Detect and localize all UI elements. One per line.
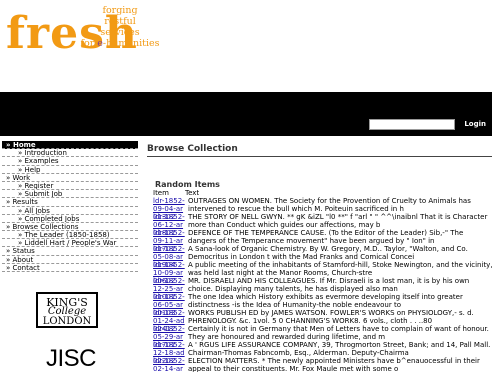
table-row: ldr-1852-02-14-ar00901ELECTION MATTERS. … (153, 357, 492, 372)
sidebar-item[interactable]: » Liddell Hart / People's War (2, 239, 138, 248)
item-id-link[interactable]: ldr-1852-06-12-ar01801 (153, 213, 187, 237)
table-row: ldr-1852-05-08-ar01904 A Sana-look of Org… (153, 245, 492, 269)
logo-tagline-line2: restful (104, 16, 136, 27)
sidebar-item[interactable]: » Help (2, 165, 138, 174)
column-header-item: Item (153, 189, 169, 197)
random-items-table: Item Text ldr-1852-09-04-ar01302 OUTRAGES… (153, 189, 492, 372)
table-header: Item Text (153, 189, 492, 197)
item-text: MR. DISRAELI AND HIS COLLEAGUES. If Mr. … (188, 277, 470, 293)
logo-tagline: forging restful services for e-humanitie… (80, 5, 160, 49)
sidebar-nav: » Home» Introduction» Examples» Help» Wo… (2, 141, 138, 272)
sidebar-item[interactable]: » Browse Collections (2, 222, 138, 232)
table-row: ldr-1852-09-04-ar01302 OUTRAGES ON WOMEN.… (153, 197, 492, 221)
sidebar-item[interactable]: » Register (2, 181, 138, 191)
logo-tagline-line4: for e-humanities (80, 38, 160, 49)
item-text: A ' RGUS LIFE ASSURANCE COMPANY, 39, Thr… (188, 341, 491, 357)
fresh-logo[interactable]: fresh forging restful services for e-hum… (4, 4, 160, 64)
page-title: Browse Collection (147, 143, 492, 157)
table-row: ldr-1852-06-05-ar00103 The one Idea which… (153, 293, 492, 317)
table-row: ldr-1852-05-29-ar01701 Certainly it is no… (153, 325, 492, 349)
item-id-link[interactable]: ldr-1852-06-05-ar00103 (153, 293, 187, 317)
item-text: ELECTION MATTERS. * The newly appointed … (188, 357, 480, 372)
sidebar-item[interactable]: » Examples (2, 157, 138, 166)
item-id-link[interactable]: ldr-1852-09-11-ar01701 (153, 229, 187, 253)
item-text: THE STORY OF NELL GWYN. ** gK &iZL "l0 *… (188, 213, 488, 229)
item-id-link[interactable]: ldr-1852-12-18-ad02202 (153, 341, 187, 365)
sidebar-item[interactable]: » Completed Jobs (2, 214, 138, 223)
table-row: ldr-1852-12-18-ad02202 A ' RGUS LIFE ASSU… (153, 341, 492, 365)
login-link[interactable]: Login (464, 119, 486, 130)
column-header-text: Text (185, 189, 200, 197)
sidebar-item[interactable]: » About (2, 255, 138, 264)
item-text: OUTRAGES ON WOMEN. The Society for the P… (188, 197, 471, 213)
random-items-heading: Random Items (155, 180, 220, 189)
logo-tagline-rest: -humanities (102, 38, 160, 49)
item-id-link[interactable]: ldr-1852-09-04-ar01302 (153, 197, 187, 221)
table-row: ldr-1852-12-25-ar01001 MR. DISRAELI AND H… (153, 277, 492, 301)
table-body: ldr-1852-09-04-ar01302 OUTRAGES ON WOMEN.… (153, 197, 492, 372)
table-row: ldr-1852-06-12-ar01801 THE STORY OF NELL … (153, 213, 492, 237)
logo-tagline-line3: services (100, 27, 140, 38)
item-text: DEFENCE OF THE TEMPERANCE CAUSE. (To the… (188, 229, 464, 245)
sidebar-item[interactable]: » Submit Job (2, 190, 138, 199)
item-id-link[interactable]: ldr-1852-05-08-ar01904 (153, 245, 187, 269)
sidebar-item[interactable]: » Results (2, 198, 138, 207)
sidebar-item[interactable]: » All Jobs (2, 206, 138, 215)
logo-tagline-prefix: for (80, 38, 98, 49)
item-id-link[interactable]: ldr-1852-12-25-ar01001 (153, 277, 187, 301)
item-text: A Sana-look of Organic Chemistry. By W. … (188, 245, 468, 261)
item-text: A public meeting of the inhabitants of S… (188, 261, 492, 277)
table-row: ldr-1852-09-11-ar01701 DEFENCE OF THE TEM… (153, 229, 492, 253)
table-row: ldr-1852-10-09-ar00602 A public meeting o… (153, 261, 492, 285)
sidebar-item[interactable]: » Contact (2, 263, 138, 272)
sidebar-item[interactable]: » Status (2, 247, 138, 256)
sidebar-item[interactable]: » Work (2, 173, 138, 182)
item-id-link[interactable]: ldr-1852-05-29-ar01701 (153, 325, 187, 349)
item-id-link[interactable]: ldr-1852-10-09-ar00602 (153, 261, 187, 285)
kings-college-london-logo[interactable]: KING'S College LONDON (36, 292, 98, 328)
main-content: Browse Collection (147, 143, 492, 157)
jisc-logo[interactable]: JISC (46, 346, 97, 372)
sidebar-item[interactable]: » The Leader (1850-1858) (2, 231, 138, 240)
item-text: WORKS PUBLISH ED by JAMES WATSON. FOWLER… (188, 309, 474, 325)
item-id-link[interactable]: ldr-1852-02-14-ar00901 (153, 357, 187, 372)
search-input[interactable] (369, 119, 455, 130)
item-text: Certainly it is not in Germany that Men … (188, 325, 489, 341)
item-id-link[interactable]: ldr-1852-01-24-ad02412 (153, 309, 187, 333)
sidebar-item[interactable]: » Introduction (2, 149, 138, 158)
sidebar-item[interactable]: » Home (2, 141, 138, 150)
kings-logo-line3: LONDON (42, 316, 92, 327)
item-text: The one Idea which History exhibits as e… (188, 293, 463, 309)
logo-tagline-line1: forging (102, 5, 138, 16)
table-row: ldr-1852-01-24-ad02412 WORKS PUBLISH ED b… (153, 309, 492, 333)
